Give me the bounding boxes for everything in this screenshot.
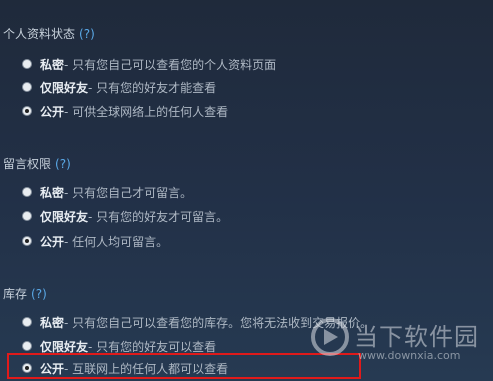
comment-friends-radio[interactable] bbox=[22, 211, 32, 221]
inventory-title-text: 库存 bbox=[3, 287, 28, 301]
inventory-friends-option[interactable]: 仅限好友 - 只有您的好友可以查看 bbox=[22, 338, 216, 354]
profile-friends-option[interactable]: 仅限好友 - 只有您的好友才能查看 bbox=[22, 79, 216, 95]
comment-private-desc: - 只有您自己才可留言。 bbox=[64, 185, 193, 200]
comment-friends-option[interactable]: 仅限好友 - 只有您的好友才可留言。 bbox=[22, 208, 228, 224]
profile-private-option[interactable]: 私密 - 只有您自己可以查看您的个人资料页面 bbox=[22, 56, 276, 72]
comment-private-radio[interactable] bbox=[22, 187, 32, 197]
comment-permission-title: 留言权限 (?) bbox=[3, 155, 71, 172]
profile-status-title-text: 个人资料状态 bbox=[3, 27, 76, 41]
profile-private-radio[interactable] bbox=[22, 59, 32, 69]
profile-status-help-link[interactable]: (?) bbox=[79, 27, 95, 41]
inventory-public-radio[interactable] bbox=[22, 363, 32, 373]
comment-public-desc: - 任何人均可留言。 bbox=[64, 234, 169, 249]
profile-status-title: 个人资料状态 (?) bbox=[3, 25, 95, 42]
watermark-logo-icon bbox=[311, 318, 349, 356]
inventory-public-desc: - 互联网上的任何人都可以查看 bbox=[64, 361, 229, 376]
comment-public-radio[interactable] bbox=[22, 236, 32, 246]
inventory-friends-label: 仅限好友 bbox=[40, 339, 89, 354]
inventory-friends-desc: - 只有您的好友可以查看 bbox=[88, 339, 217, 354]
profile-private-desc: - 只有您自己可以查看您的个人资料页面 bbox=[64, 57, 277, 72]
profile-private-label: 私密 bbox=[40, 57, 65, 72]
profile-public-label: 公开 bbox=[40, 104, 65, 119]
inventory-public-option[interactable]: 公开 - 互联网上的任何人都可以查看 bbox=[22, 360, 228, 376]
inventory-private-radio[interactable] bbox=[22, 317, 32, 327]
watermark-title: 当下软件园 bbox=[354, 323, 479, 351]
profile-friends-desc: - 只有您的好友才能查看 bbox=[88, 80, 217, 95]
profile-public-option[interactable]: 公开 - 可供全球网络上的任何人查看 bbox=[22, 103, 228, 119]
watermark-url: www.downxia.com bbox=[358, 349, 461, 362]
comment-public-label: 公开 bbox=[40, 234, 65, 249]
profile-friends-label: 仅限好友 bbox=[40, 80, 89, 95]
comment-public-option[interactable]: 公开 - 任何人均可留言。 bbox=[22, 233, 168, 249]
inventory-private-label: 私密 bbox=[40, 315, 65, 330]
comment-friends-desc: - 只有您的好友才可留言。 bbox=[88, 209, 229, 224]
profile-public-radio[interactable] bbox=[22, 106, 32, 116]
profile-public-desc: - 可供全球网络上的任何人查看 bbox=[64, 104, 229, 119]
inventory-public-label: 公开 bbox=[40, 361, 65, 376]
comment-permission-help-link[interactable]: (?) bbox=[55, 157, 71, 171]
inventory-friends-radio[interactable] bbox=[22, 341, 32, 351]
comment-private-label: 私密 bbox=[40, 185, 65, 200]
profile-friends-radio[interactable] bbox=[22, 82, 32, 92]
inventory-help-link[interactable]: (?) bbox=[31, 287, 47, 301]
comment-permission-title-text: 留言权限 bbox=[3, 157, 52, 171]
watermark: 当下软件园 www.downxia.com bbox=[310, 313, 490, 373]
comment-private-option[interactable]: 私密 - 只有您自己才可留言。 bbox=[22, 184, 192, 200]
inventory-title: 库存 (?) bbox=[3, 285, 47, 302]
comment-friends-label: 仅限好友 bbox=[40, 209, 89, 224]
